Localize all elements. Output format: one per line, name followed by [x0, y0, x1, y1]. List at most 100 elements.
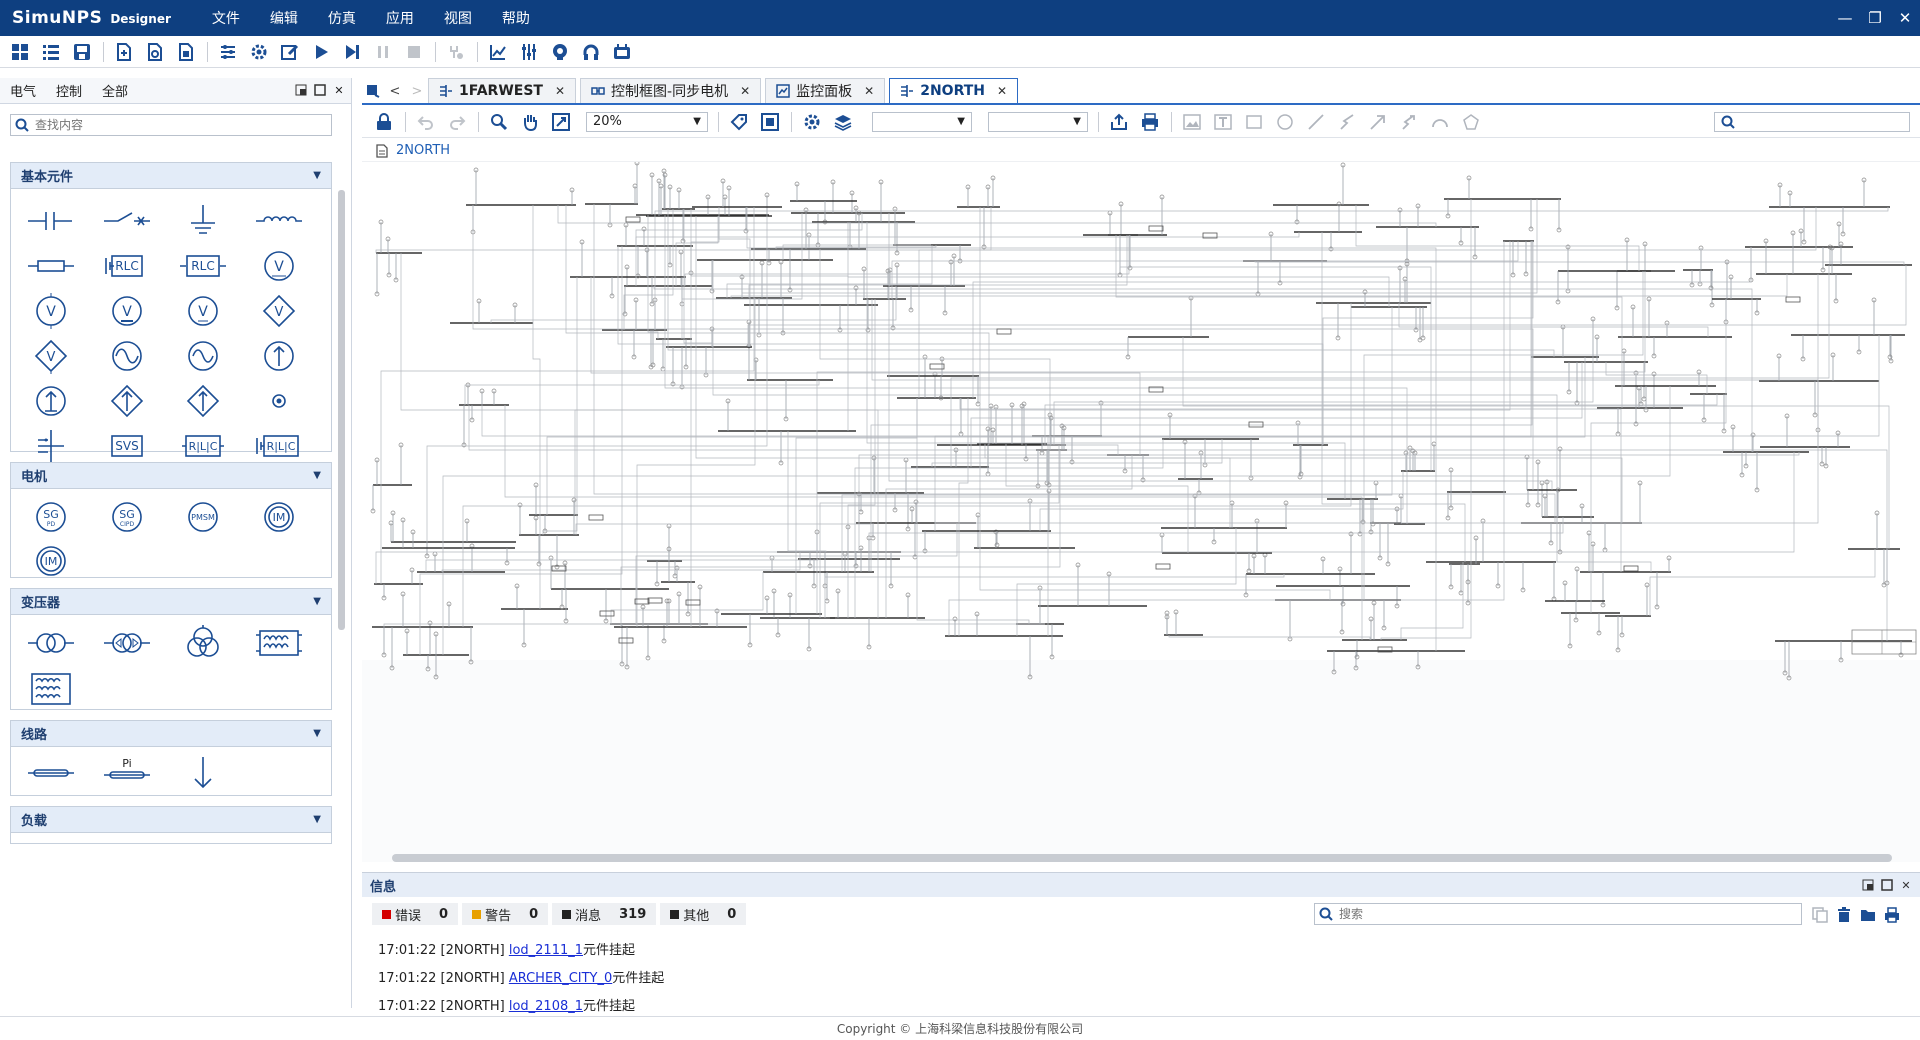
- log-element-link[interactable]: lod_2111_1: [509, 943, 583, 958]
- breadcrumb-item[interactable]: 2NORTH: [396, 143, 450, 158]
- ground-icon[interactable]: [173, 199, 233, 243]
- close-tab-icon[interactable]: ✕: [740, 84, 750, 98]
- polygon-icon[interactable]: [1459, 110, 1483, 134]
- pmsm-icon[interactable]: PMSM: [173, 495, 233, 539]
- copy-icon[interactable]: [1808, 905, 1832, 925]
- undo-icon[interactable]: [414, 110, 438, 134]
- chart-icon[interactable]: [486, 40, 510, 64]
- three-winding-transformer-icon[interactable]: [173, 621, 233, 665]
- induction-motor-2-icon[interactable]: IM: [21, 539, 81, 583]
- image-icon[interactable]: [1180, 110, 1204, 134]
- sg-cipd-icon[interactable]: SG CIPD: [97, 495, 157, 539]
- open-project-icon[interactable]: [143, 40, 167, 64]
- lock-icon[interactable]: [372, 110, 396, 134]
- library-scrollbar[interactable]: [338, 190, 345, 630]
- settings-list-icon[interactable]: [216, 40, 240, 64]
- restore-button[interactable]: ❐: [1860, 0, 1890, 36]
- float-panel-icon[interactable]: [293, 82, 309, 98]
- tab-prev-icon[interactable]: <: [384, 79, 406, 103]
- trash-icon[interactable]: [1832, 905, 1856, 925]
- text-box-icon[interactable]: [1211, 110, 1235, 134]
- sg-pd-icon[interactable]: SG PD: [21, 495, 81, 539]
- menu-apps[interactable]: 应用: [371, 8, 429, 28]
- two-winding-transformer-icon[interactable]: [21, 621, 81, 665]
- pan-hand-icon[interactable]: [518, 110, 542, 134]
- zoom-icon[interactable]: [487, 110, 511, 134]
- layers-icon[interactable]: [831, 110, 855, 134]
- dc-current-source-icon[interactable]: [21, 379, 81, 423]
- property-select-2[interactable]: ▼: [988, 111, 1088, 132]
- polyline-arrow-icon[interactable]: [1397, 110, 1421, 134]
- doc-tab-2north[interactable]: 2NORTH ✕: [889, 78, 1019, 103]
- current-source-icon[interactable]: [249, 334, 309, 378]
- edit-icon[interactable]: [278, 40, 302, 64]
- dc-voltage-source-icon[interactable]: V: [97, 289, 157, 333]
- minimize-button[interactable]: —: [1830, 0, 1860, 36]
- circle-icon[interactable]: [1273, 110, 1297, 134]
- polyline-icon[interactable]: [1335, 110, 1359, 134]
- rlc-battery-icon[interactable]: RLC: [97, 244, 157, 288]
- device-icon[interactable]: [610, 40, 634, 64]
- gear-icon[interactable]: [800, 110, 824, 134]
- component-search-input[interactable]: [35, 118, 315, 132]
- category-header-line[interactable]: 线路 ▼: [11, 721, 331, 747]
- close-button[interactable]: ✕: [1890, 0, 1920, 36]
- component-search[interactable]: [10, 114, 332, 136]
- stop-icon[interactable]: [402, 40, 426, 64]
- redo-icon[interactable]: [445, 110, 469, 134]
- arc-icon[interactable]: [1428, 110, 1452, 134]
- load-arrow-icon[interactable]: [173, 751, 233, 795]
- doc-tab-1farwest[interactable]: 1FARWEST ✕: [428, 78, 577, 103]
- new-project-icon[interactable]: [112, 40, 136, 64]
- close-tab-icon[interactable]: ✕: [997, 84, 1007, 98]
- rlc-branch-icon[interactable]: RLC: [173, 244, 233, 288]
- float-panel-icon[interactable]: [1860, 877, 1876, 893]
- dep-current-source-icon[interactable]: [173, 379, 233, 423]
- tag-icon[interactable]: [727, 110, 751, 134]
- zoom-select[interactable]: 20% ▼: [586, 111, 708, 132]
- filter-messages[interactable]: 消息 319: [552, 903, 657, 925]
- gear-icon[interactable]: [247, 40, 271, 64]
- export-icon[interactable]: [1107, 110, 1131, 134]
- sine-source-icon[interactable]: [97, 334, 157, 378]
- tab-list-icon[interactable]: [362, 79, 384, 103]
- tab-next-icon[interactable]: >: [406, 79, 428, 103]
- sliders-icon[interactable]: [517, 40, 541, 64]
- node-icon[interactable]: [249, 379, 309, 423]
- controlled-current-source-icon[interactable]: [97, 379, 157, 423]
- menu-simulation[interactable]: 仿真: [313, 8, 371, 28]
- canvas-search[interactable]: [1714, 111, 1910, 132]
- save-icon[interactable]: [70, 40, 94, 64]
- canvas-horizontal-scrollbar[interactable]: [392, 854, 1892, 862]
- tab-electrical[interactable]: 电气: [0, 81, 46, 100]
- doc-tab-monitor-panel[interactable]: 监控面板 ✕: [765, 78, 886, 103]
- filter-errors[interactable]: 错误 0: [372, 903, 459, 925]
- multi-winding-transformer-icon[interactable]: [21, 667, 81, 711]
- maximize-panel-icon[interactable]: [1879, 877, 1895, 893]
- dep-voltage-source-icon[interactable]: V: [21, 334, 81, 378]
- close-panel-icon[interactable]: ✕: [1898, 877, 1914, 893]
- headset-icon[interactable]: [579, 40, 603, 64]
- run-icon[interactable]: [309, 40, 333, 64]
- folder-icon[interactable]: [1856, 905, 1880, 925]
- pi-line-icon[interactable]: Pi: [97, 751, 157, 795]
- inductor-icon[interactable]: [249, 199, 309, 243]
- info-search-input[interactable]: [1339, 907, 1779, 921]
- fit-view-icon[interactable]: [549, 110, 573, 134]
- tab-control[interactable]: 控制: [46, 81, 92, 100]
- category-header-load[interactable]: 负载 ▼: [11, 807, 331, 833]
- menu-help[interactable]: 帮助: [487, 8, 545, 28]
- maximize-panel-icon[interactable]: [312, 82, 328, 98]
- controlled-voltage-source-icon[interactable]: V: [173, 289, 233, 333]
- print-icon[interactable]: [1138, 110, 1162, 134]
- coupled-inductor-icon[interactable]: [249, 621, 309, 665]
- list-icon[interactable]: [39, 40, 63, 64]
- category-header-motor[interactable]: 电机 ▼: [11, 463, 331, 489]
- plugin-icon[interactable]: [444, 40, 468, 64]
- menu-file[interactable]: 文件: [197, 8, 255, 28]
- dashboard-icon[interactable]: [8, 40, 32, 64]
- capacitor-icon[interactable]: [21, 199, 81, 243]
- transmission-line-icon[interactable]: [21, 751, 81, 795]
- rectangle-icon[interactable]: [1242, 110, 1266, 134]
- print-icon[interactable]: [1880, 905, 1904, 925]
